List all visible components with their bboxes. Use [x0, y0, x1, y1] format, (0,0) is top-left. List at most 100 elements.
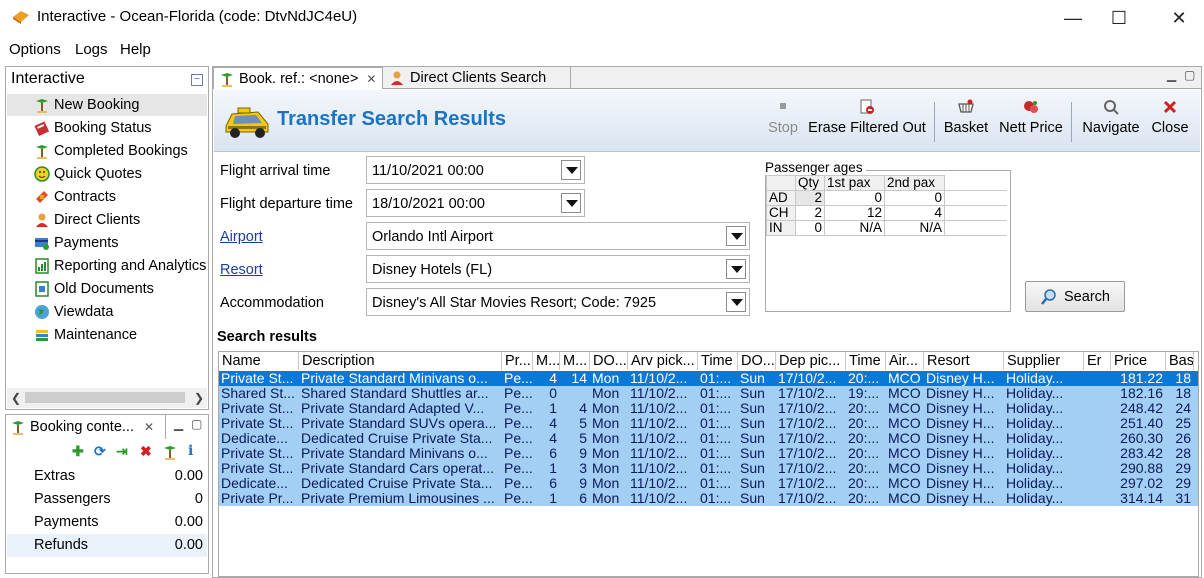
- sidebar-item-payments[interactable]: Payments: [7, 232, 207, 254]
- sidebar-item-contracts[interactable]: Contracts: [7, 186, 207, 208]
- sidebar-item-maintenance[interactable]: Maintenance: [7, 324, 207, 346]
- column-header[interactable]: Resort: [924, 352, 1004, 370]
- column-header[interactable]: Description: [299, 352, 502, 370]
- column-header[interactable]: Bas: [1166, 352, 1194, 370]
- airport-select[interactable]: Orlando Intl Airport: [366, 222, 750, 250]
- table-row[interactable]: Private St... Private Standard Minivans o…: [219, 371, 1198, 386]
- sidebar-item-old-documents[interactable]: Old Documents: [7, 278, 207, 300]
- age-cell[interactable]: N/A: [824, 220, 885, 236]
- info-icon[interactable]: i: [188, 443, 193, 459]
- basket-button[interactable]: Basket: [941, 98, 991, 146]
- close-icon[interactable]: ✕: [366, 72, 376, 86]
- search-button[interactable]: Search: [1025, 281, 1125, 312]
- menu-logs[interactable]: Logs: [75, 41, 108, 58]
- navigate-button[interactable]: Navigate: [1078, 98, 1144, 146]
- chevron-down-icon[interactable]: [561, 160, 581, 180]
- qty-cell[interactable]: 2: [795, 190, 825, 206]
- column-header[interactable]: Arv pick...: [628, 352, 698, 370]
- chevron-right-icon[interactable]: ❯: [194, 391, 204, 405]
- table-row[interactable]: Dedicate... Dedicated Cruise Private Sta.…: [219, 431, 1198, 446]
- table-cell: 0: [549, 386, 557, 401]
- age-cell[interactable]: 0: [824, 190, 885, 206]
- chevron-down-icon[interactable]: [726, 226, 746, 246]
- close-window-button[interactable]: ✕: [1156, 4, 1202, 32]
- age-cell[interactable]: 12: [824, 205, 885, 221]
- column-header: 1st pax: [824, 175, 885, 191]
- tab-booking-ref[interactable]: Book. ref.: <none> ✕: [213, 67, 383, 89]
- table-cell: Sun: [740, 416, 765, 431]
- table-row[interactable]: Dedicate... Dedicated Cruise Private Sta.…: [219, 476, 1198, 491]
- menu-options[interactable]: Options: [9, 41, 61, 58]
- sidebar-item-viewdata[interactable]: Viewdata: [7, 301, 207, 323]
- sidebar-scrollbar[interactable]: ❮ ❯: [7, 388, 207, 408]
- column-header[interactable]: Er: [1084, 352, 1111, 370]
- column-header[interactable]: Dep pic...: [776, 352, 846, 370]
- collapse-icon[interactable]: −: [191, 74, 203, 86]
- table-cell: Private St...: [221, 401, 294, 416]
- chevron-down-icon[interactable]: [726, 292, 746, 312]
- table-row[interactable]: Private St... Private Standard Minivans o…: [219, 446, 1198, 461]
- resort-link[interactable]: Resort: [220, 262, 263, 278]
- nett-price-button[interactable]: Nett Price: [996, 98, 1066, 146]
- maximize-pane-icon[interactable]: ▢: [1184, 68, 1195, 82]
- qty-cell[interactable]: 0: [795, 220, 825, 236]
- column-header[interactable]: M...: [560, 352, 590, 370]
- minimize-pane-icon[interactable]: ▁: [1167, 68, 1176, 82]
- table-row[interactable]: Private St... Private Standard Adapted V.…: [219, 401, 1198, 416]
- palm-tree-icon[interactable]: [162, 444, 178, 460]
- erase-filtered-out-button[interactable]: Erase Filtered Out: [806, 98, 928, 146]
- sidebar-item-completed-bookings[interactable]: Completed Bookings: [7, 140, 207, 162]
- table-row[interactable]: Private St... Private Standard SUVs opera…: [219, 416, 1198, 431]
- table-row[interactable]: Shared St... Shared Standard Shuttles ar.…: [219, 386, 1198, 401]
- column-header[interactable]: DO...: [738, 352, 776, 370]
- column-header[interactable]: Pr...: [502, 352, 533, 370]
- column-header[interactable]: Name: [219, 352, 299, 370]
- minimize-button[interactable]: —: [1050, 4, 1096, 32]
- accommodation-select[interactable]: Disney's All Star Movies Resort; Code: 7…: [366, 288, 750, 316]
- column-header[interactable]: Supplier: [1004, 352, 1084, 370]
- delete-icon[interactable]: ✖: [140, 443, 152, 460]
- table-cell: Private Standard Minivans o...: [301, 446, 488, 461]
- move-icon[interactable]: ⇥: [116, 443, 128, 460]
- minimize-pane-icon[interactable]: ▁: [174, 417, 183, 431]
- table-cell: 20:...: [848, 461, 880, 476]
- column-header[interactable]: Price: [1111, 352, 1166, 370]
- age-cell[interactable]: 0: [884, 190, 945, 206]
- sidebar-item-booking-status[interactable]: Booking Status: [7, 117, 207, 139]
- age-cell[interactable]: 4: [884, 205, 945, 221]
- add-icon[interactable]: ✚: [72, 443, 84, 460]
- airport-link[interactable]: Airport: [220, 229, 263, 245]
- tab-direct-clients-search[interactable]: Direct Clients Search: [385, 67, 571, 89]
- tab-booking-context[interactable]: Booking conte... ✕: [6, 415, 166, 439]
- refresh-icon[interactable]: ⟳: [94, 443, 106, 460]
- departure-time-field[interactable]: 18/10/2021 00:00: [366, 189, 585, 217]
- qty-cell[interactable]: 2: [795, 205, 825, 221]
- table-row[interactable]: Private St... Private Standard Cars opera…: [219, 461, 1198, 476]
- column-header[interactable]: Air...: [886, 352, 924, 370]
- column-header[interactable]: Time: [846, 352, 886, 370]
- column-header[interactable]: M...: [533, 352, 560, 370]
- maximize-pane-icon[interactable]: ▢: [191, 417, 202, 431]
- sidebar-item-new-booking[interactable]: New Booking: [7, 94, 207, 116]
- column-header[interactable]: Time: [698, 352, 738, 370]
- menu-help[interactable]: Help: [120, 41, 151, 58]
- column-header[interactable]: DO...: [590, 352, 628, 370]
- arrival-time-field[interactable]: 11/10/2021 00:00: [366, 156, 585, 184]
- age-cell[interactable]: N/A: [884, 220, 945, 236]
- table-cell: 01:...: [700, 416, 732, 431]
- table-cell: Disney H...: [926, 476, 995, 491]
- table-row[interactable]: Private Pr... Private Premium Limousines …: [219, 491, 1198, 506]
- table-cell: 6: [579, 491, 587, 506]
- scrollbar-thumb[interactable]: [25, 392, 185, 403]
- chevron-left-icon[interactable]: ❮: [11, 391, 21, 405]
- sidebar-item-reporting[interactable]: Reporting and Analytics: [7, 255, 207, 277]
- stop-button[interactable]: Stop: [763, 98, 803, 146]
- chevron-down-icon[interactable]: [561, 193, 581, 213]
- close-icon[interactable]: ✕: [144, 420, 154, 434]
- sidebar-item-quick-quotes[interactable]: Quick Quotes: [7, 163, 207, 185]
- sidebar-item-direct-clients[interactable]: Direct Clients: [7, 209, 207, 231]
- chevron-down-icon[interactable]: [726, 259, 746, 279]
- maximize-button[interactable]: ☐: [1096, 4, 1142, 32]
- close-button[interactable]: Close: [1146, 98, 1194, 146]
- resort-select[interactable]: Disney Hotels (FL): [366, 255, 750, 283]
